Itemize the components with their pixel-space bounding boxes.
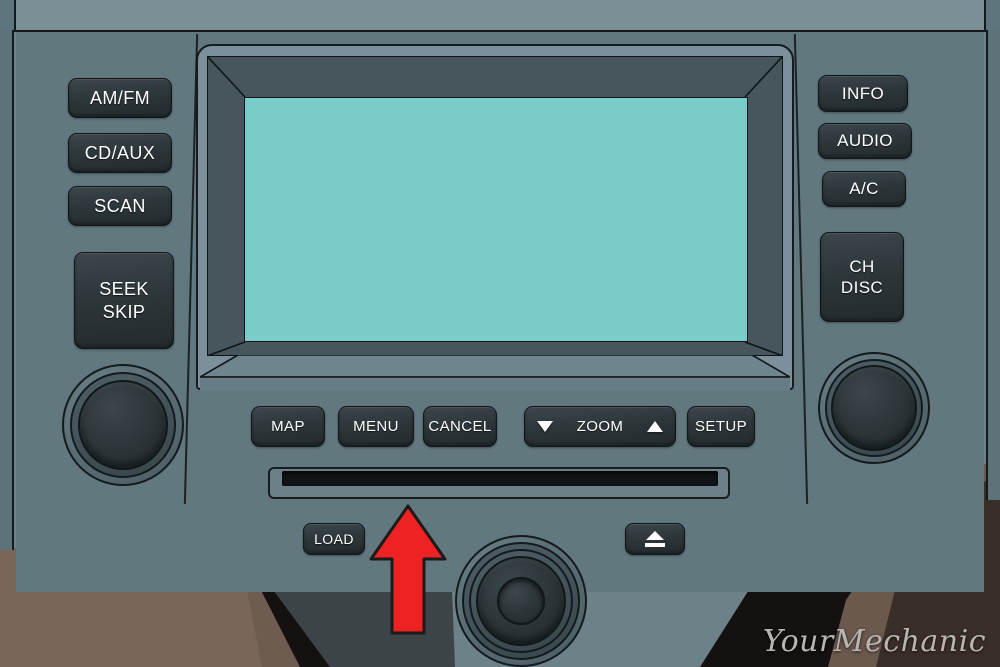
am-fm-label: AM/FM xyxy=(90,87,150,108)
zoom-rocker-button[interactable]: ZOOM xyxy=(524,406,676,447)
seek-skip-label-group: SEEK SKIP xyxy=(99,278,149,323)
setup-label: SETUP xyxy=(694,418,747,435)
screenshot-root: AM/FM CD/AUX SCAN SEEK SKIP INFO AUDIO A… xyxy=(0,0,1000,667)
load-label: LOAD xyxy=(314,531,354,547)
dash-right-trim xyxy=(986,30,1000,500)
screen-lower-shelf xyxy=(200,355,790,391)
audio-label: AUDIO xyxy=(837,131,893,150)
info-button[interactable]: INFO xyxy=(818,75,908,112)
ch-label: CH xyxy=(849,256,875,276)
load-button[interactable]: LOAD xyxy=(303,523,365,555)
audio-button[interactable]: AUDIO xyxy=(818,123,912,159)
seek-label: SEEK xyxy=(99,279,149,299)
annotation-arrow xyxy=(368,503,448,635)
cd-aux-label: CD/AUX xyxy=(84,142,156,163)
menu-button[interactable]: MENU xyxy=(338,406,414,447)
disc-label: DISC xyxy=(840,278,884,297)
cd-slot[interactable] xyxy=(282,471,718,486)
dash-left-trim xyxy=(0,30,14,550)
dash-top-trim-right-cap xyxy=(984,0,1000,30)
menu-label: MENU xyxy=(353,418,399,435)
scan-button[interactable]: SCAN xyxy=(68,186,172,226)
scan-label: SCAN xyxy=(94,195,146,216)
tune-knob-cap[interactable] xyxy=(831,365,917,451)
center-control-knob[interactable] xyxy=(455,535,587,667)
watermark: YourMechanic xyxy=(762,624,986,659)
up-arrow-icon xyxy=(369,504,447,635)
cancel-label: CANCEL xyxy=(428,418,492,435)
seek-skip-button[interactable]: SEEK SKIP xyxy=(74,252,174,349)
dash-top-trim-left-cap xyxy=(0,0,16,30)
triangle-up-icon[interactable] xyxy=(647,421,663,432)
volume-knob-cap[interactable] xyxy=(78,380,168,470)
ch-disc-button[interactable]: CH DISC xyxy=(820,232,904,322)
triangle-down-icon[interactable] xyxy=(537,421,553,432)
setup-button[interactable]: SETUP xyxy=(687,406,755,447)
tune-select-knob[interactable] xyxy=(818,352,930,464)
skip-label: SKIP xyxy=(102,301,146,322)
am-fm-button[interactable]: AM/FM xyxy=(68,78,172,118)
ac-label: A/C xyxy=(849,179,879,198)
center-knob-button[interactable] xyxy=(497,577,545,625)
ch-disc-label-group: CH DISC xyxy=(841,256,883,299)
volume-power-knob[interactable] xyxy=(62,364,184,486)
eject-button[interactable] xyxy=(625,523,685,555)
eject-icon xyxy=(645,531,665,547)
navigation-display-screen[interactable] xyxy=(244,97,748,342)
dash-top-trim xyxy=(0,0,1000,32)
cancel-button[interactable]: CANCEL xyxy=(423,406,497,447)
ac-button[interactable]: A/C xyxy=(822,171,906,207)
zoom-label: ZOOM xyxy=(576,418,624,435)
info-label: INFO xyxy=(841,83,885,103)
cd-aux-button[interactable]: CD/AUX xyxy=(68,133,172,173)
map-label: MAP xyxy=(271,418,305,435)
map-button[interactable]: MAP xyxy=(251,406,325,447)
